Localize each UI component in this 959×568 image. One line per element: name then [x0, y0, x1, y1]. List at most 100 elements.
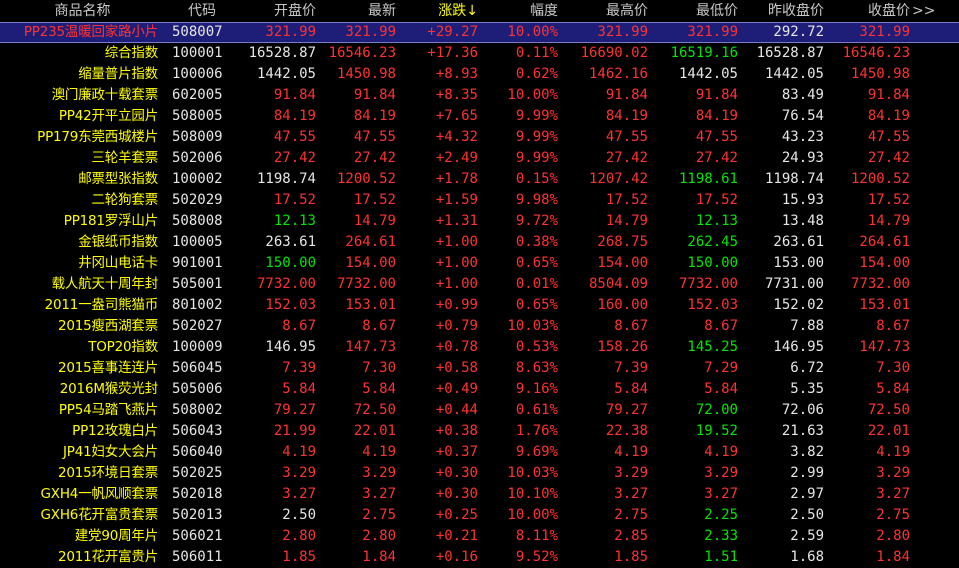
amplitude-cell: 0.01% — [515, 276, 558, 292]
table-row[interactable]: 2016M猴荧光封 505006 5.84 5.84 +0.49 9.16% 5.84 5.8… — [0, 379, 959, 400]
last-cell: 2.80 — [362, 528, 396, 544]
close-cell: 17.52 — [867, 192, 910, 208]
high-cell: 47.55 — [605, 129, 648, 145]
code-cell: 502027 — [172, 318, 223, 334]
change-cell: +1.78 — [435, 171, 478, 187]
prev-close-cell: 6.72 — [790, 360, 824, 376]
open-cell: 84.19 — [273, 108, 316, 124]
amplitude-cell: 0.53% — [515, 339, 558, 355]
change-cell: +0.25 — [435, 507, 478, 523]
table-row[interactable]: 综合指数 100001 16528.87 16546.23 +17.36 0.11% 166… — [0, 43, 959, 64]
table-row[interactable]: 缩量普片指数 100006 1442.05 1450.98 +8.93 0.62% 1462… — [0, 64, 959, 85]
code-cell: 502018 — [172, 486, 223, 502]
prev-close-cell: 2.50 — [790, 507, 824, 523]
last-cell: 16546.23 — [328, 45, 396, 61]
table-row[interactable]: PP42开平立园片 508005 84.19 84.19 +7.65 9.99% 84.19… — [0, 106, 959, 127]
table-row[interactable]: GXH4一帆风顺套票 502018 3.27 3.27 +0.30 10.10% 3.27 3… — [0, 484, 959, 505]
code-cell: 508002 — [172, 402, 223, 418]
close-cell: 8.67 — [876, 318, 910, 334]
table-row[interactable]: 二轮狗套票 502029 17.52 17.52 +1.59 9.98% 17.52 17.5… — [0, 190, 959, 211]
high-cell: 154.00 — [597, 255, 648, 271]
open-cell: 150.00 — [265, 255, 316, 271]
close-cell: 3.29 — [876, 465, 910, 481]
high-cell: 17.52 — [605, 192, 648, 208]
product-name-cell: PP181罗浮山片 — [63, 213, 158, 229]
table-row[interactable]: JP41妇女大会片 506040 4.19 4.19 +0.37 9.69% 4.19 4.1… — [0, 442, 959, 463]
prev-close-cell: 13.48 — [781, 213, 824, 229]
header-high[interactable]: 最高价 — [558, 0, 648, 22]
high-cell: 158.26 — [597, 339, 648, 355]
table-row[interactable]: 2015环境日套票 502025 3.29 3.29 +0.30 10.03% 3.29 3.… — [0, 463, 959, 484]
open-cell: 1.85 — [282, 549, 316, 565]
amplitude-cell: 0.38% — [515, 234, 558, 250]
table-row[interactable]: 2015喜事连连片 506045 7.39 7.30 +0.58 8.63% 7.39 7.2… — [0, 358, 959, 379]
change-cell: +0.30 — [435, 465, 478, 481]
header-close[interactable]: 收盘价 — [824, 0, 910, 22]
low-cell: 3.27 — [704, 486, 738, 502]
prev-close-cell: 83.49 — [781, 87, 824, 103]
table-row[interactable]: 金银纸币指数 100005 263.61 264.61 +1.00 0.38% 268.75… — [0, 232, 959, 253]
amplitude-cell: 10.00% — [507, 24, 558, 40]
low-cell: 1198.61 — [678, 171, 738, 187]
open-cell: 91.84 — [273, 87, 316, 103]
last-cell: 91.84 — [353, 87, 396, 103]
product-name-cell: PP42开平立园片 — [58, 108, 158, 124]
last-cell: 5.84 — [362, 381, 396, 397]
header-open[interactable]: 开盘价 — [232, 0, 316, 22]
table-row[interactable]: 2011花开富贵片 506011 1.85 1.84 +0.16 9.52% 1.85 1.5… — [0, 547, 959, 568]
table-row[interactable]: PP181罗浮山片 508008 12.13 14.79 +1.31 9.72% 14.79… — [0, 211, 959, 232]
quote-table: 商品名称 代码 开盘价 最新 涨跌↓ 幅度 最高价 最低价 昨收盘价 收盘价 >… — [0, 0, 959, 568]
product-name-cell: 2011花开富贵片 — [57, 549, 158, 565]
change-cell: +0.30 — [435, 486, 478, 502]
close-cell: 153.01 — [859, 297, 910, 313]
low-cell: 321.99 — [687, 24, 738, 40]
table-row[interactable]: 2015瘦西湖套票 502027 8.67 8.67 +0.79 10.03% 8.67 8.… — [0, 316, 959, 337]
open-cell: 2.80 — [282, 528, 316, 544]
open-cell: 152.03 — [265, 297, 316, 313]
open-cell: 12.13 — [273, 213, 316, 229]
close-cell: 1200.52 — [850, 171, 910, 187]
high-cell: 16690.02 — [580, 45, 648, 61]
table-row[interactable]: GXH6花开富贵套票 502013 2.50 2.75 +0.25 10.00% 2.75 2… — [0, 505, 959, 526]
table-row[interactable]: 建党90周年片 506021 2.80 2.80 +0.21 8.11% 2.85 2.33 2… — [0, 526, 959, 547]
table-row[interactable]: 澳门廉政十载套票 602005 91.84 91.84 +8.35 10.00% 91.84… — [0, 85, 959, 106]
last-cell: 17.52 — [353, 192, 396, 208]
header-change-sorted[interactable]: 涨跌↓ — [396, 0, 478, 22]
header-prev-close[interactable]: 昨收盘价 — [738, 0, 824, 22]
table-body: PP235温暖回家路小片 508007 321.99 321.99 +29.27 10.0… — [0, 22, 959, 568]
low-cell: 2.25 — [704, 507, 738, 523]
header-code[interactable]: 代码 — [172, 0, 232, 22]
table-row-selected[interactable]: PP235温暖回家路小片 508007 321.99 321.99 +29.27 10.0… — [0, 22, 959, 43]
amplitude-cell: 8.63% — [515, 360, 558, 376]
close-cell: 264.61 — [859, 234, 910, 250]
table-row[interactable]: PP179东莞西城楼片 508009 47.55 47.55 +4.32 9.99% 47.… — [0, 127, 959, 148]
open-cell: 17.52 — [273, 192, 316, 208]
high-cell: 8504.09 — [588, 276, 648, 292]
change-cell: +29.27 — [427, 24, 478, 40]
table-row[interactable]: PP12玫瑰白片 506043 21.99 22.01 +0.38 1.76% 22.38 1… — [0, 421, 959, 442]
header-amplitude[interactable]: 幅度 — [478, 0, 558, 22]
close-cell: 72.50 — [867, 402, 910, 418]
table-row[interactable]: 载人航天十周年封 505001 7732.00 7732.00 +1.00 0.01% 85… — [0, 274, 959, 295]
open-cell: 3.27 — [282, 486, 316, 502]
code-cell: 508007 — [172, 24, 223, 40]
change-cell: +0.37 — [435, 444, 478, 460]
code-cell: 508009 — [172, 129, 223, 145]
header-name[interactable]: 商品名称 — [0, 0, 165, 22]
more-columns-button[interactable]: >> — [912, 0, 959, 22]
open-cell: 3.29 — [282, 465, 316, 481]
header-low[interactable]: 最低价 — [648, 0, 738, 22]
low-cell: 27.42 — [695, 150, 738, 166]
header-last[interactable]: 最新 — [316, 0, 396, 22]
table-row[interactable]: 邮票型张指数 100002 1198.74 1200.52 +1.78 0.15% 1207… — [0, 169, 959, 190]
table-row[interactable]: TOP20指数 100009 146.95 147.73 +0.78 0.53% 158.2… — [0, 337, 959, 358]
table-row[interactable]: PP54马踏飞燕片 508002 79.27 72.50 +0.44 0.61% 79.27… — [0, 400, 959, 421]
low-cell: 16519.16 — [670, 45, 738, 61]
high-cell: 268.75 — [597, 234, 648, 250]
product-name-cell: 缩量普片指数 — [78, 66, 158, 82]
table-row[interactable]: 三轮羊套票 502006 27.42 27.42 +2.49 9.99% 27.42 27.4… — [0, 148, 959, 169]
table-row[interactable]: 2011一盎司熊猫币 801002 152.03 153.01 +0.99 0.65% 16… — [0, 295, 959, 316]
table-row[interactable]: 井冈山电话卡 901001 150.00 154.00 +1.00 0.65% 154.00… — [0, 253, 959, 274]
low-cell: 1.51 — [704, 549, 738, 565]
prev-close-cell: 1198.74 — [764, 171, 824, 187]
